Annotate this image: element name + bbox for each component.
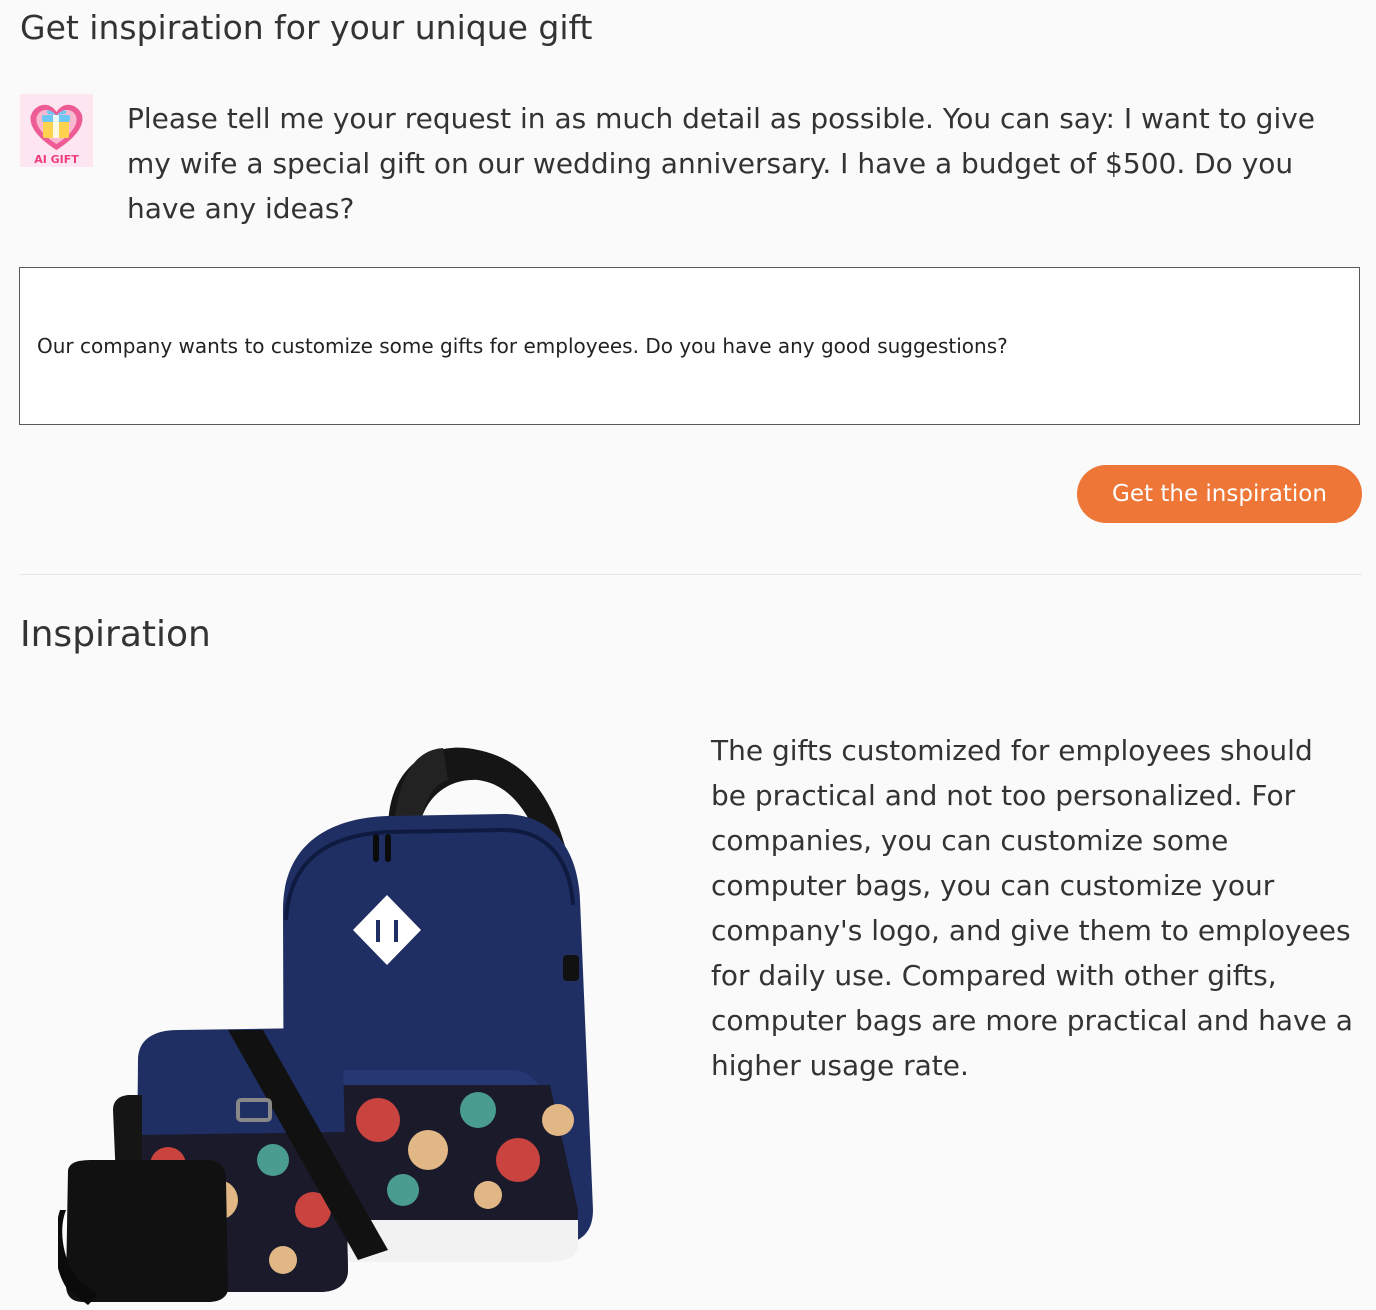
product-image [55,740,618,1305]
inspiration-answer: The gifts customized for employees shoul… [711,734,1353,1082]
heart-gift-icon: AI GIFT [20,94,93,167]
gift-inspiration-page: Get inspiration for your unique gift AI … [0,0,1376,1310]
section-divider [19,574,1362,575]
page-title: Get inspiration for your unique gift [20,8,593,47]
inspiration-title: Inspiration [20,614,211,655]
backpack-set-image [55,747,593,1305]
get-inspiration-button[interactable]: Get the inspiration [1077,465,1362,523]
assistant-prompt: Please tell me your request in as much d… [127,102,1316,225]
request-input-value[interactable]: Our company wants to customize some gift… [37,334,1008,358]
svg-text:AI GIFT: AI GIFT [34,153,79,166]
request-input[interactable]: Our company wants to customize some gift… [19,267,1360,425]
ai-gift-logo: AI GIFT [20,94,93,167]
